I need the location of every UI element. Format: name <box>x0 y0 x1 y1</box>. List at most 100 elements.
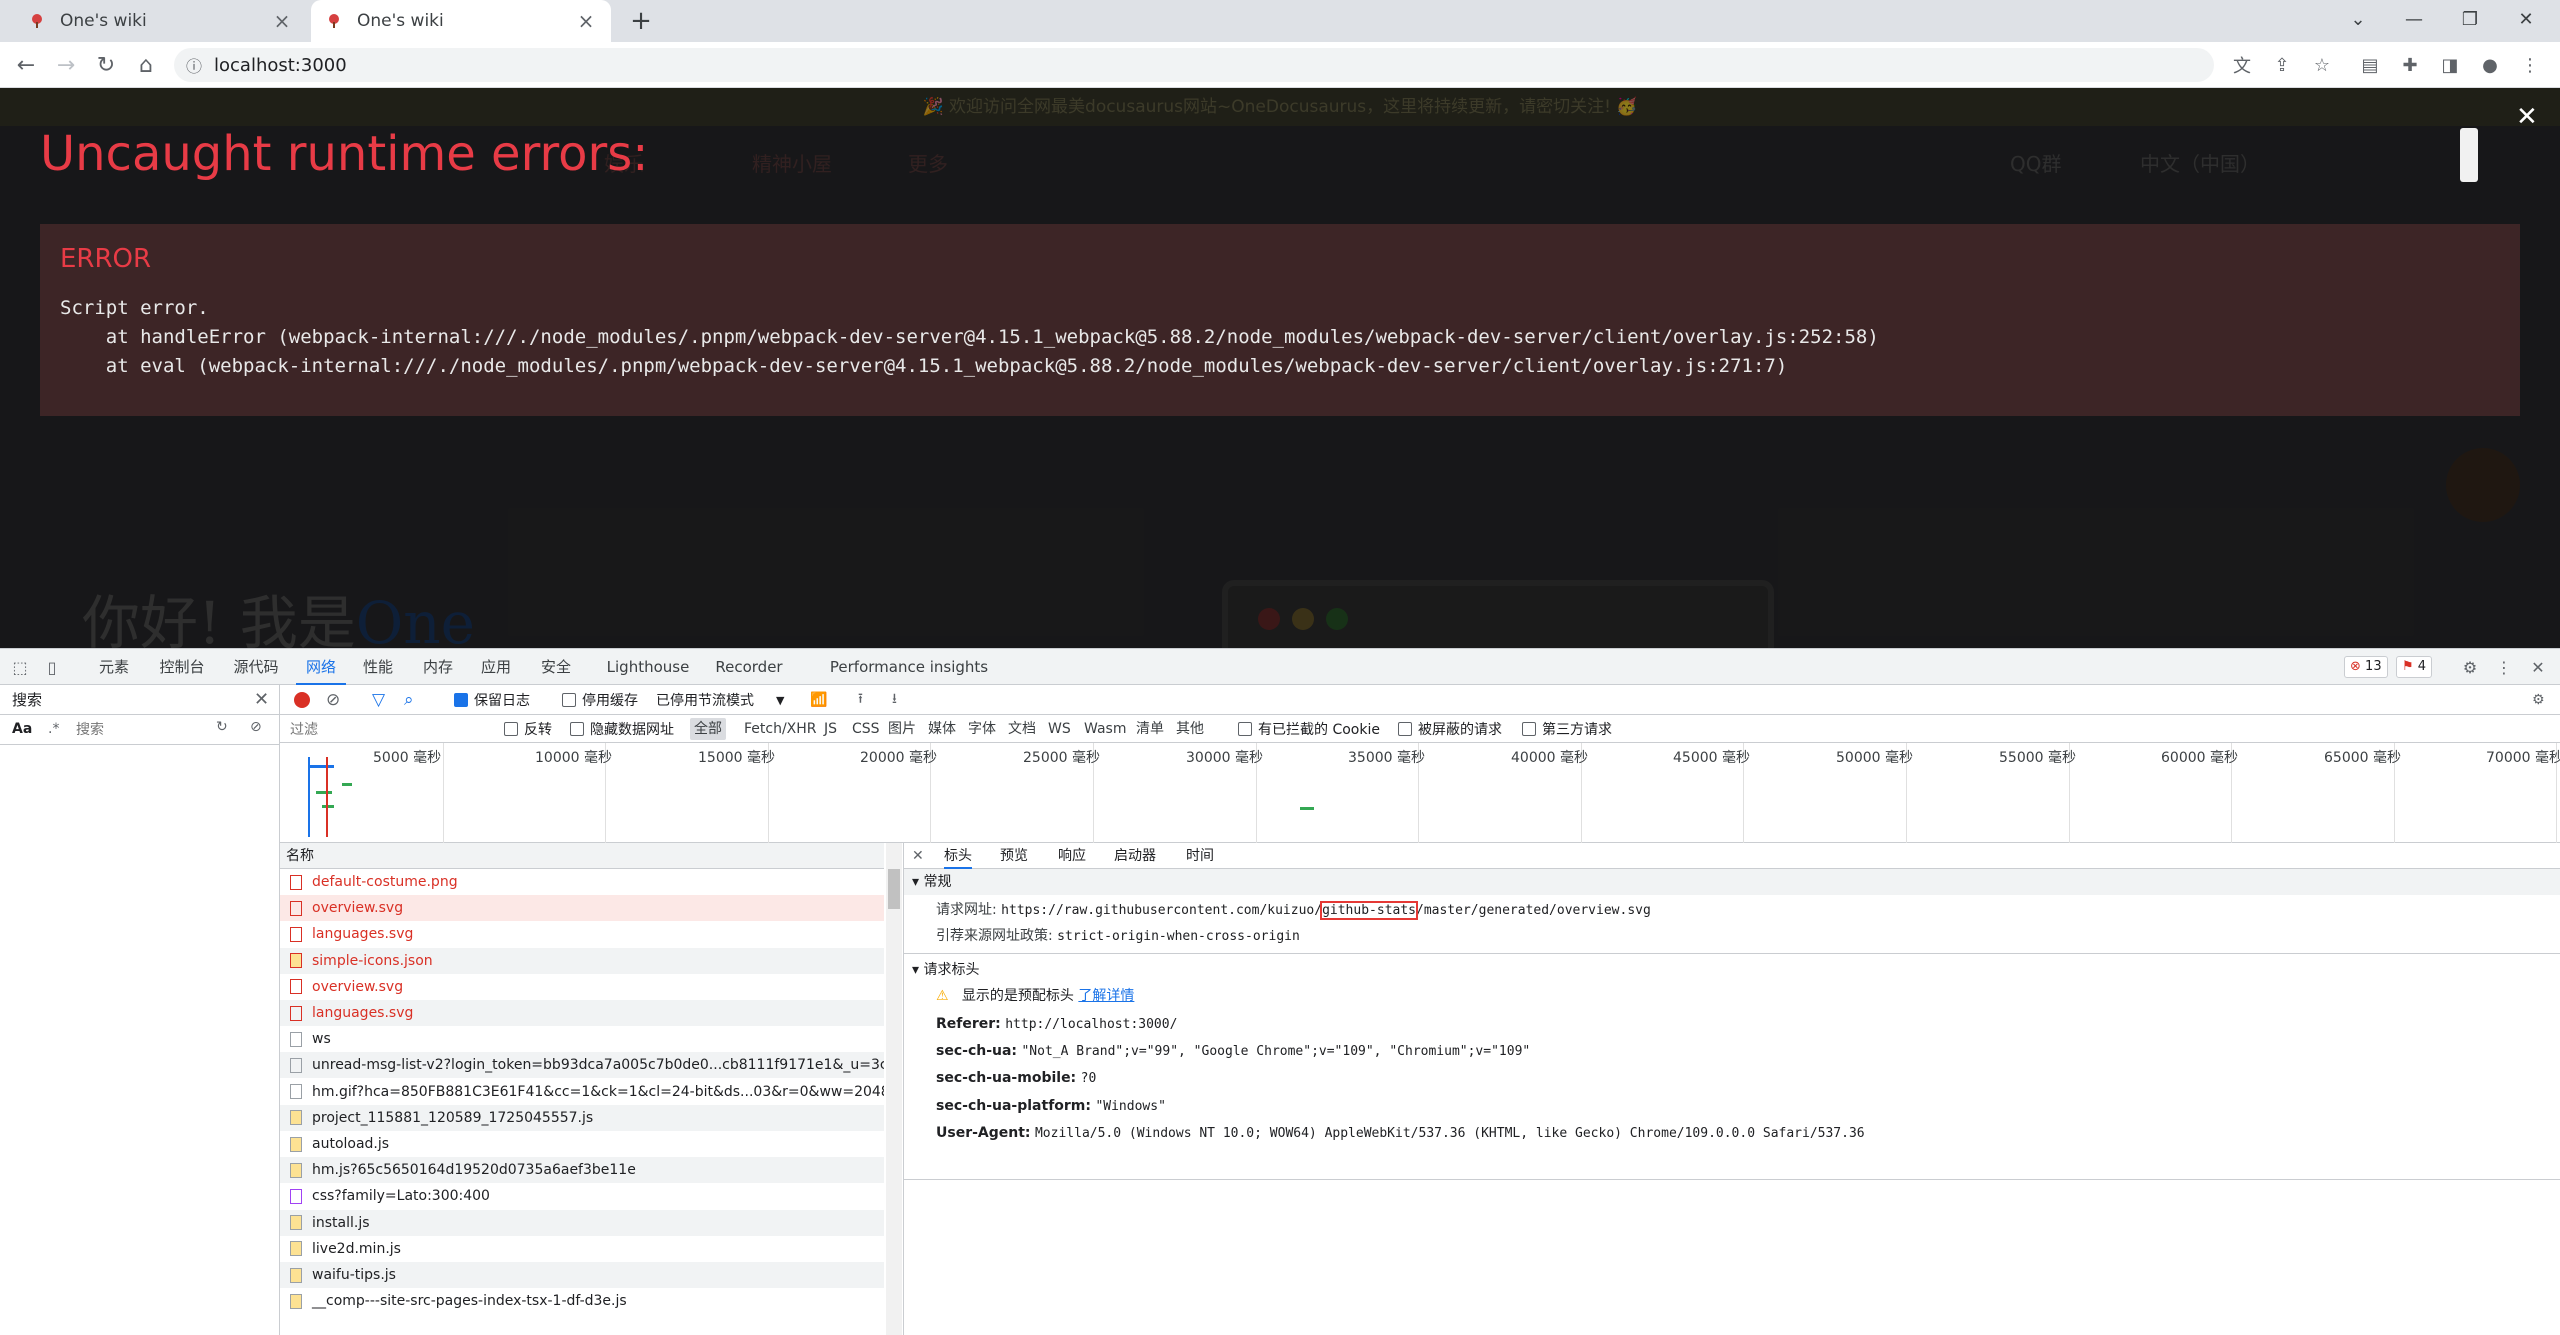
tab-headers[interactable]: 标头 <box>944 843 972 869</box>
filter-type-manifest[interactable]: 清单 <box>1132 718 1168 740</box>
request-row[interactable]: overview.svg <box>280 895 884 922</box>
regex-toggle-icon[interactable]: .* <box>48 721 59 737</box>
tab-network[interactable]: 网络 <box>296 649 346 685</box>
tab-search-icon[interactable]: ⌄ <box>2330 0 2386 38</box>
menu-kebab-icon[interactable]: ⋮ <box>2516 51 2544 79</box>
filter-type-css[interactable]: CSS <box>848 718 884 740</box>
filter-type-img[interactable]: 图片 <box>884 718 920 740</box>
request-row[interactable]: overview.svg <box>280 974 884 1000</box>
filter-type-js[interactable]: JS <box>820 718 841 740</box>
filter-type-font[interactable]: 字体 <box>964 718 1000 740</box>
filter-type-wasm[interactable]: Wasm <box>1080 718 1130 740</box>
search-input[interactable] <box>72 718 208 740</box>
filter-type-fetch-xhr[interactable]: Fetch/XHR <box>740 718 821 740</box>
request-row[interactable]: install.js <box>280 1209 884 1236</box>
preserve-log-checkbox[interactable]: 保留日志 <box>454 685 530 715</box>
import-har-icon[interactable]: ⭱ <box>858 685 863 715</box>
home-icon[interactable]: ⌂ <box>130 49 162 81</box>
clear-search-icon[interactable]: ⊘ <box>250 719 262 735</box>
reload-icon[interactable]: ↻ <box>90 49 122 81</box>
request-row[interactable]: css?family=Lato:300:400 <box>280 1183 884 1209</box>
search-close-icon[interactable]: ✕ <box>254 689 269 710</box>
request-row[interactable]: default-costume.png <box>280 869 884 895</box>
extensions-icon[interactable]: ✚ <box>2396 51 2424 79</box>
close-tab-icon[interactable]: × <box>575 9 597 33</box>
reading-list-icon[interactable]: ▤ <box>2356 51 2384 79</box>
search-icon[interactable]: ⌕ <box>404 685 414 715</box>
record-button[interactable] <box>294 685 310 715</box>
match-case-toggle[interactable]: Aa <box>12 721 32 737</box>
overlay-scrollbar[interactable] <box>2460 128 2478 182</box>
browser-tab[interactable]: One's wiki × <box>14 0 307 42</box>
request-row[interactable]: languages.svg <box>280 1000 884 1026</box>
tab-elements[interactable]: 元素 <box>82 649 146 685</box>
request-row[interactable]: hm.js?65c5650164d19520d0735a6aef3be11e <box>280 1157 884 1184</box>
side-panel-icon[interactable]: ◨ <box>2436 51 2464 79</box>
new-tab-icon[interactable]: + <box>624 4 658 38</box>
close-detail-icon[interactable]: ✕ <box>912 843 924 869</box>
tab-performance-insights[interactable]: Performance insights <box>824 649 994 685</box>
export-har-icon[interactable]: ⭳ <box>892 685 897 715</box>
learn-more-link[interactable]: 了解详情 <box>1078 988 1134 1004</box>
network-overview-timeline[interactable]: 5000 毫秒 10000 毫秒 15000 毫秒 20000 毫秒 25000 毫秒 3… <box>280 743 2560 843</box>
hide-data-urls-checkbox[interactable]: 隐藏数据网址 <box>570 715 674 743</box>
inspect-element-icon[interactable]: ⬚ <box>10 657 30 677</box>
tab-security[interactable]: 安全 <box>530 649 582 685</box>
tab-lighthouse[interactable]: Lighthouse <box>600 649 696 685</box>
request-row[interactable]: live2d.min.js <box>280 1236 884 1262</box>
request-row[interactable]: languages.svg <box>280 921 884 947</box>
filter-type-media[interactable]: 媒体 <box>924 718 960 740</box>
devtools-close-icon[interactable]: ✕ <box>2528 657 2548 677</box>
translate-icon[interactable]: 文 <box>2228 51 2256 79</box>
tab-application[interactable]: 应用 <box>470 649 522 685</box>
request-row[interactable]: waifu-tips.js <box>280 1262 884 1288</box>
column-header-name[interactable]: 名称 <box>280 843 884 869</box>
forward-icon[interactable]: → <box>50 49 82 81</box>
close-tab-icon[interactable]: × <box>271 9 293 33</box>
filter-input[interactable] <box>286 718 486 740</box>
filter-funnel-icon[interactable]: ▽ <box>372 685 385 715</box>
filter-type-all[interactable]: 全部 <box>690 718 726 740</box>
request-row[interactable]: autoload.js <box>280 1131 884 1157</box>
site-info-icon[interactable]: ⓘ <box>174 53 214 77</box>
clear-log-icon[interactable]: ⊘ <box>326 685 340 715</box>
tab-sources[interactable]: 源代码 <box>222 649 290 685</box>
third-party-checkbox[interactable]: 第三方请求 <box>1522 715 1612 743</box>
invert-checkbox[interactable]: 反转 <box>504 715 552 743</box>
window-close-icon[interactable]: ✕ <box>2498 0 2554 38</box>
request-row[interactable]: __comp---site-src-pages-index-tsx-1-df-d… <box>280 1288 884 1314</box>
request-row[interactable]: ws <box>280 1026 884 1052</box>
disable-cache-checkbox[interactable]: 停用缓存 <box>562 685 638 715</box>
devtools-menu-icon[interactable]: ⋮ <box>2494 657 2514 677</box>
tab-response[interactable]: 响应 <box>1058 843 1086 869</box>
throttling-select[interactable]: 已停用节流模式 ▼ <box>656 685 784 715</box>
tab-timing[interactable]: 时间 <box>1186 843 1214 869</box>
tab-console[interactable]: 控制台 <box>148 649 216 685</box>
request-row[interactable]: unread-msg-list-v2?login_token=bb93dca7a… <box>280 1052 884 1079</box>
address-bar[interactable]: ⓘ localhost:3000 <box>174 48 2214 82</box>
blocked-requests-checkbox[interactable]: 被屏蔽的请求 <box>1398 715 1502 743</box>
scrollbar-thumb[interactable] <box>888 869 900 909</box>
tab-memory[interactable]: 内存 <box>412 649 464 685</box>
settings-gear-icon[interactable]: ⚙ <box>2460 657 2480 677</box>
tab-preview[interactable]: 预览 <box>1000 843 1028 869</box>
issues-count-badge[interactable]: ⚑ 4 <box>2396 656 2433 678</box>
overlay-close-icon[interactable]: ✕ <box>2516 102 2538 132</box>
request-row[interactable]: project_115881_120589_1725045557.js <box>280 1104 884 1131</box>
request-row[interactable]: simple-icons.json <box>280 947 884 974</box>
network-settings-gear-icon[interactable]: ⚙ <box>2532 685 2545 715</box>
request-row[interactable]: hm.gif?hca=850FB881C3E61F41&cc=1&ck=1&cl… <box>280 1079 884 1105</box>
tab-initiator[interactable]: 启动器 <box>1114 843 1156 869</box>
filter-type-doc[interactable]: 文档 <box>1004 718 1040 740</box>
blocked-cookies-checkbox[interactable]: 有已拦截的 Cookie <box>1238 715 1380 743</box>
tab-performance[interactable]: 性能 <box>352 649 404 685</box>
minimize-icon[interactable]: — <box>2386 0 2442 38</box>
general-section-header[interactable]: ▾ 常规 <box>904 869 2560 895</box>
profile-avatar-icon[interactable]: ● <box>2476 51 2504 79</box>
request-list-scrollbar[interactable] <box>886 843 902 1335</box>
device-toggle-icon[interactable]: ▯ <box>42 657 62 677</box>
request-headers-section-header[interactable]: ▾ 请求标头 <box>904 957 2560 983</box>
refresh-search-icon[interactable]: ↻ <box>216 719 228 735</box>
browser-tab-active[interactable]: One's wiki × <box>311 0 611 42</box>
network-conditions-icon[interactable]: 📶 <box>810 685 827 715</box>
